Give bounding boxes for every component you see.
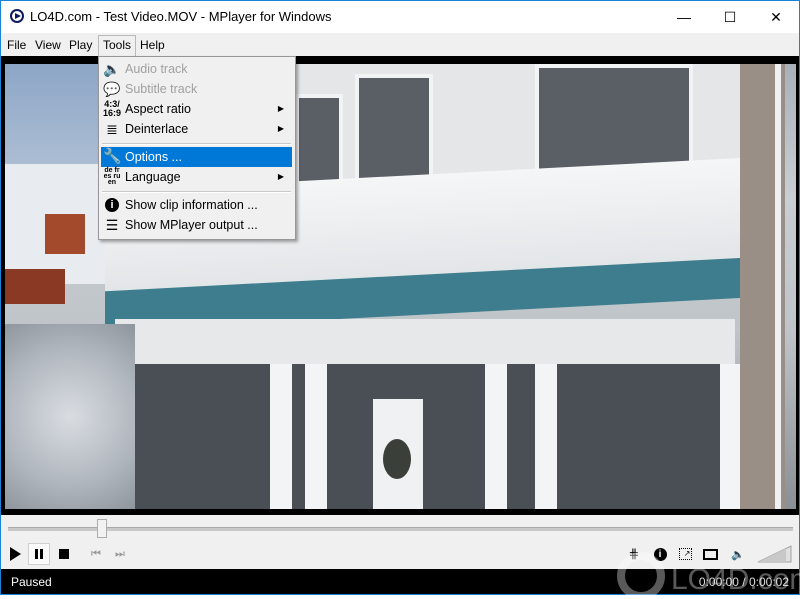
info-icon: i (103, 196, 121, 214)
volume-slider[interactable] (758, 545, 792, 563)
menu-item-subtitle-track[interactable]: 💬 Subtitle track (101, 79, 292, 99)
playlist-button[interactable]: ⋕ (623, 543, 645, 565)
output-log-icon: ☰ (105, 217, 119, 233)
maximize-icon: ☐ (723, 8, 737, 25)
play-icon (9, 547, 21, 561)
skip-back-icon: ⏮ (91, 547, 101, 560)
menu-item-deinterlace[interactable]: ≣ Deinterlace ▶ (101, 119, 292, 139)
menu-tools[interactable]: Tools (98, 35, 137, 57)
close-button[interactable]: ✕ (753, 1, 799, 33)
playback-state: Paused (11, 575, 52, 589)
play-button[interactable] (4, 543, 26, 565)
fullscreen-icon (702, 548, 718, 560)
maximize-button[interactable]: ☐ (707, 1, 753, 33)
title-bar[interactable]: LO4D.com - Test Video.MOV - MPlayer for … (1, 1, 799, 33)
menu-bar: File View Play Tools Help (1, 33, 799, 57)
minimize-button[interactable]: — (661, 1, 707, 33)
window-title: LO4D.com - Test Video.MOV - MPlayer for … (30, 9, 332, 24)
menu-item-show-mplayer-output[interactable]: ☰ Show MPlayer output ... (101, 215, 292, 235)
submenu-arrow-icon: ▶ (277, 104, 284, 113)
speaker-icon: 🔈 (103, 61, 121, 77)
close-icon: ✕ (770, 8, 782, 25)
status-bar: Paused 0:00:00 / 0:00:02 (1, 569, 799, 594)
minimize-icon: — (677, 9, 691, 25)
menu-item-language[interactable]: de fr es ru en Language ▶ (101, 167, 292, 187)
seek-bar[interactable] (1, 515, 799, 541)
playlist-icon: ⋕ (628, 546, 640, 561)
info-icon: i (653, 547, 667, 561)
stop-icon (59, 549, 69, 559)
seek-thumb[interactable] (97, 519, 108, 538)
previous-button[interactable]: ⏮ (85, 543, 107, 565)
menu-item-audio-track[interactable]: 🔈 Audio track (101, 59, 292, 79)
menu-item-options[interactable]: 🔧 Options ... (101, 147, 292, 167)
language-icon: de fr es ru en (103, 167, 121, 186)
pause-icon (35, 549, 43, 559)
stop-button[interactable] (53, 543, 75, 565)
mute-button[interactable]: 🔈 (727, 543, 749, 565)
menu-separator (102, 191, 291, 193)
pause-button[interactable] (28, 543, 50, 565)
resize-icon: ↗ (678, 548, 692, 560)
resize-button[interactable]: ↗ (674, 543, 696, 565)
next-button[interactable]: ⏭ (109, 543, 131, 565)
clip-info-button[interactable]: i (649, 543, 671, 565)
submenu-arrow-icon: ▶ (277, 172, 284, 181)
deinterlace-icon: ≣ (106, 121, 118, 137)
menu-item-aspect-ratio[interactable]: 4:3/ 16:9 Aspect ratio ▶ (101, 99, 292, 119)
menu-help[interactable]: Help (136, 36, 169, 54)
menu-separator (102, 143, 291, 145)
menu-file[interactable]: File (3, 36, 30, 54)
menu-item-show-clip-information[interactable]: i Show clip information ... (101, 195, 292, 215)
wrench-icon: 🔧 (103, 148, 122, 165)
submenu-arrow-icon: ▶ (277, 124, 284, 133)
aspect-ratio-icon: 4:3/ 16:9 (103, 99, 122, 118)
skip-forward-icon: ⏭ (115, 547, 125, 560)
seek-track[interactable] (8, 527, 793, 531)
tools-menu-dropdown: 🔈 Audio track 💬 Subtitle track 4:3/ 16:9… (98, 56, 296, 240)
fullscreen-button[interactable] (699, 543, 721, 565)
playback-controls: ⏮ ⏭ ⋕ i ↗ 🔈 (1, 541, 799, 569)
play-circle-icon (10, 9, 24, 23)
time-display: 0:00:00 / 0:00:02 (698, 575, 789, 589)
menu-play[interactable]: Play (65, 36, 96, 54)
mplayer-window: LO4D.com - Test Video.MOV - MPlayer for … (0, 0, 800, 599)
speech-bubble-icon: 💬 (103, 81, 121, 97)
speaker-icon: 🔈 (731, 548, 745, 561)
menu-view[interactable]: View (31, 36, 65, 54)
